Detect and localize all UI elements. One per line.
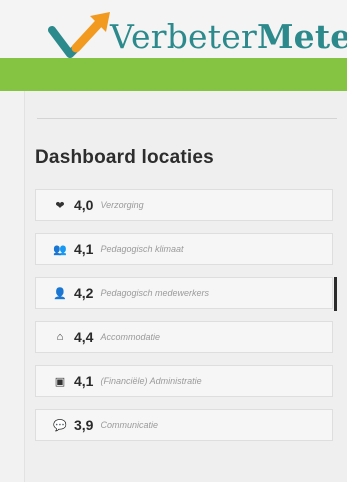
brand-name: VerbeterMete bbox=[110, 16, 347, 56]
checkmark-arrow-logo-icon bbox=[48, 12, 110, 58]
dashboard-item[interactable]: 👤 4,2 Pedagogisch medewerkers bbox=[35, 277, 337, 311]
divider bbox=[37, 118, 337, 119]
page-title: Dashboard locaties bbox=[35, 147, 214, 168]
heart-icon: ❤ bbox=[55, 199, 65, 212]
dashboard-item[interactable]: ❤ 4,0 Verzorging bbox=[35, 189, 333, 221]
app-header: VerbeterMete bbox=[0, 0, 347, 91]
item-score: 4,2 bbox=[74, 285, 94, 301]
dashboard-item[interactable]: ⌂ 4,4 Accommodatie bbox=[35, 321, 333, 353]
group-icon: 👥 bbox=[53, 243, 67, 256]
person-icon: 👤 bbox=[53, 287, 67, 300]
location-list: ❤ 4,0 Verzorging 👥 4,1 Pedagogisch klimaat 👤 4,… bbox=[35, 189, 337, 453]
dashboard-item[interactable]: 💬 3,9 Communicatie bbox=[35, 409, 333, 441]
chat-icon: 💬 bbox=[53, 419, 67, 432]
item-label: Pedagogisch medewerkers bbox=[100, 288, 210, 298]
item-label: Pedagogisch klimaat bbox=[100, 244, 184, 254]
home-icon: ⌂ bbox=[56, 331, 64, 343]
dashboard-item[interactable]: ▣ 4,1 (Financiële) Administratie bbox=[35, 365, 333, 397]
brand-logo[interactable]: VerbeterMete bbox=[48, 6, 347, 66]
item-score: 4,4 bbox=[74, 329, 94, 345]
item-score: 3,9 bbox=[74, 417, 94, 433]
item-label: Accommodatie bbox=[100, 332, 160, 342]
item-label: (Financiële) Administratie bbox=[100, 376, 202, 386]
main-panel: Dashboard locaties ❤ 4,0 Verzorging 👥 4,1 Ped… bbox=[24, 91, 347, 482]
item-label: Verzorging bbox=[100, 200, 144, 210]
money-icon: ▣ bbox=[54, 375, 66, 388]
item-score: 4,0 bbox=[74, 197, 94, 213]
item-label: Communicatie bbox=[100, 420, 158, 430]
dashboard-item[interactable]: 👥 4,1 Pedagogisch klimaat bbox=[35, 233, 333, 265]
item-score: 4,1 bbox=[74, 241, 94, 257]
item-score: 4,1 bbox=[74, 373, 94, 389]
